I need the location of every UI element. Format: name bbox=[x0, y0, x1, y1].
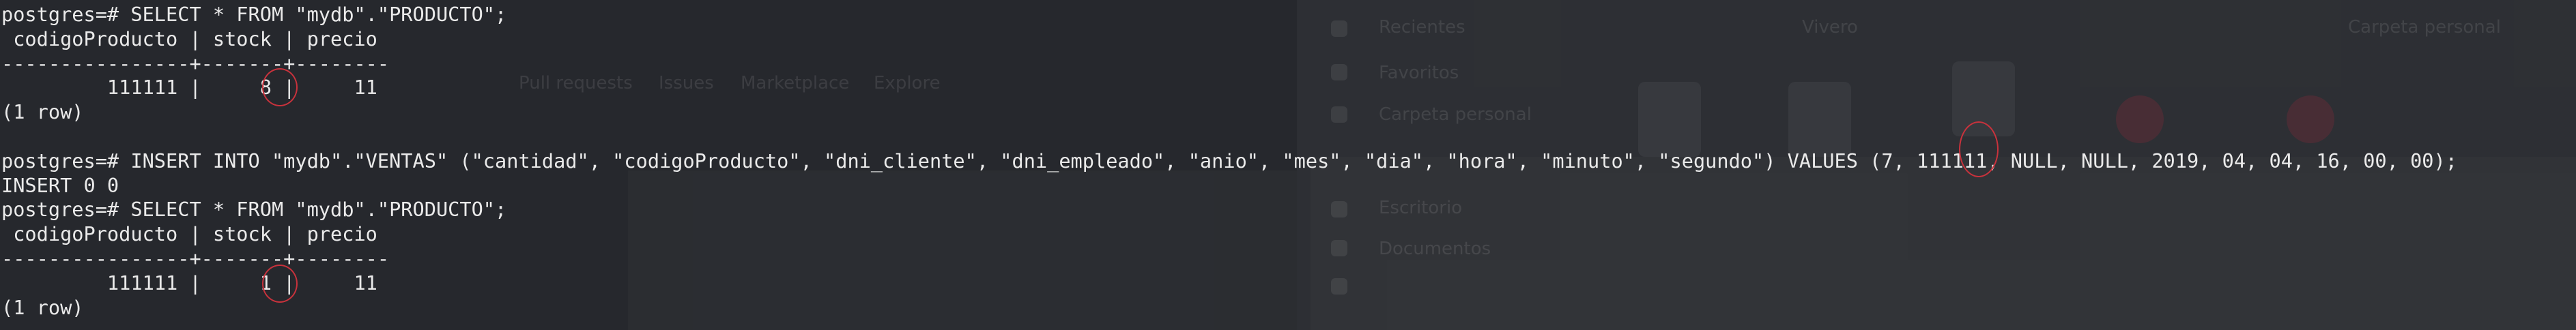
line-text: 111111 | bbox=[1, 271, 260, 295]
insert-result: INSERT 0 0 bbox=[1, 173, 119, 197]
line-text: postgres=# INSERT INTO "mydb"."VENTAS" (… bbox=[1, 149, 1882, 172]
row-count: (1 row) bbox=[1, 295, 84, 319]
terminal-line: ----------------+-------+-------- bbox=[1, 247, 2457, 271]
terminal-output[interactable]: postgres=# SELECT * FROM "mydb"."PRODUCT… bbox=[1, 3, 2457, 320]
terminal-line: 111111 | 1 | 11 bbox=[1, 271, 2457, 296]
line-text: postgres=# SELECT * FROM "mydb"."PRODUCT… bbox=[1, 3, 507, 26]
line-text: postgres=# SELECT * FROM "mydb"."PRODUCT… bbox=[1, 198, 507, 222]
highlight-circle-stock-before bbox=[262, 68, 298, 106]
terminal-line: 111111 | 8 | 11 bbox=[1, 76, 2457, 100]
terminal-line: postgres=# INSERT INTO "mydb"."VENTAS" (… bbox=[1, 149, 2457, 174]
table-separator: ----------------+-------+-------- bbox=[1, 246, 390, 270]
highlight-circle-cantidad bbox=[1959, 121, 1999, 177]
table-separator: ----------------+-------+-------- bbox=[1, 51, 390, 75]
terminal-line: (1 row) bbox=[1, 100, 2457, 125]
table-header: codigoProducto | stock | precio bbox=[1, 222, 377, 246]
terminal-line: codigoProducto | stock | precio bbox=[1, 222, 2457, 247]
line-text: 111111 | bbox=[1, 76, 260, 100]
table-header: codigoProducto | stock | precio bbox=[1, 27, 377, 50]
terminal-window[interactable]: Pull requests Issues Marketplace Explore… bbox=[0, 0, 2576, 330]
cantidad-value: 7 bbox=[1881, 149, 1893, 172]
terminal-line: ----------------+-------+-------- bbox=[1, 52, 2457, 76]
row-count: (1 row) bbox=[1, 100, 84, 124]
highlight-circle-stock-after bbox=[262, 265, 298, 303]
terminal-line: postgres=# SELECT * FROM "mydb"."PRODUCT… bbox=[1, 198, 2457, 222]
terminal-line: (1 row) bbox=[1, 296, 2457, 320]
terminal-line: codigoProducto | stock | precio bbox=[1, 27, 2457, 52]
terminal-line: postgres=# SELECT * FROM "mydb"."PRODUCT… bbox=[1, 3, 2457, 27]
terminal-line: INSERT 0 0 bbox=[1, 174, 2457, 198]
